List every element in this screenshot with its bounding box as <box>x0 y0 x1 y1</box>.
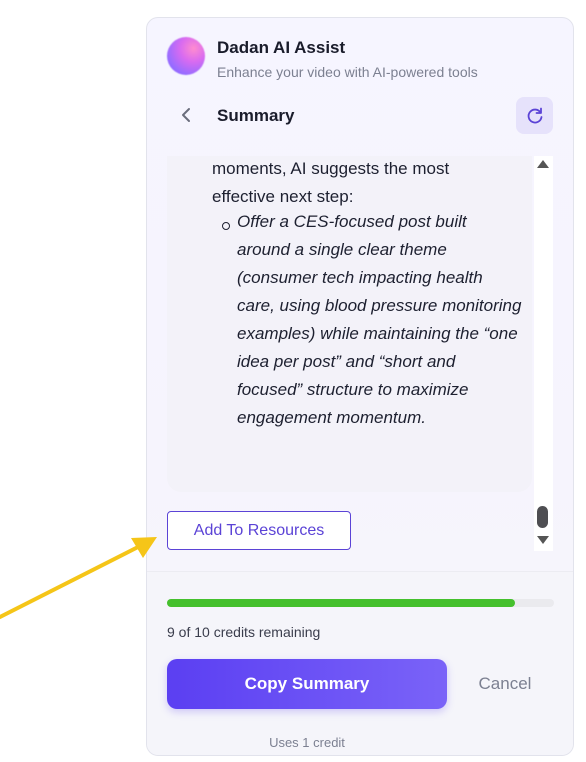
copy-summary-button[interactable]: Copy Summary <box>167 659 447 709</box>
bullet-marker <box>222 222 230 230</box>
credits-progress-fill <box>167 599 516 607</box>
refresh-button[interactable] <box>516 97 553 134</box>
scroll-thumb[interactable] <box>537 506 548 528</box>
summary-bullet-text: Offer a CES-focused post built around a … <box>237 212 522 427</box>
summary-lead-text: moments, AI suggests the most effective … <box>212 159 450 206</box>
credit-cost-note: Uses 1 credit <box>269 735 345 750</box>
credits-progress-bar <box>167 599 554 607</box>
credits-remaining-text: 9 of 10 credits remaining <box>167 624 321 640</box>
cancel-button[interactable]: Cancel <box>465 659 545 709</box>
scroll-up-arrow-icon[interactable] <box>537 160 549 168</box>
back-chevron-icon <box>182 108 190 122</box>
add-to-resources-button[interactable]: Add To Resources <box>167 511 351 550</box>
app-title: Dadan AI Assist <box>217 38 346 57</box>
section-title: Summary <box>217 106 295 125</box>
ai-assistant-avatar <box>167 37 205 75</box>
summary-content: moments, AI suggests the most effective … <box>167 156 532 492</box>
scroll-down-arrow-icon[interactable] <box>537 536 549 544</box>
content-scrollbar[interactable] <box>534 156 553 551</box>
panel-footer: 9 of 10 credits remaining Copy Summary C… <box>147 571 573 755</box>
refresh-icon <box>527 107 542 123</box>
app-subtitle: Enhance your video with AI-powered tools <box>217 64 478 80</box>
ai-assist-panel: Dadan AI Assist Enhance your video with … <box>146 17 574 756</box>
back-button[interactable] <box>175 104 197 126</box>
annotation-arrow-icon <box>0 537 157 619</box>
